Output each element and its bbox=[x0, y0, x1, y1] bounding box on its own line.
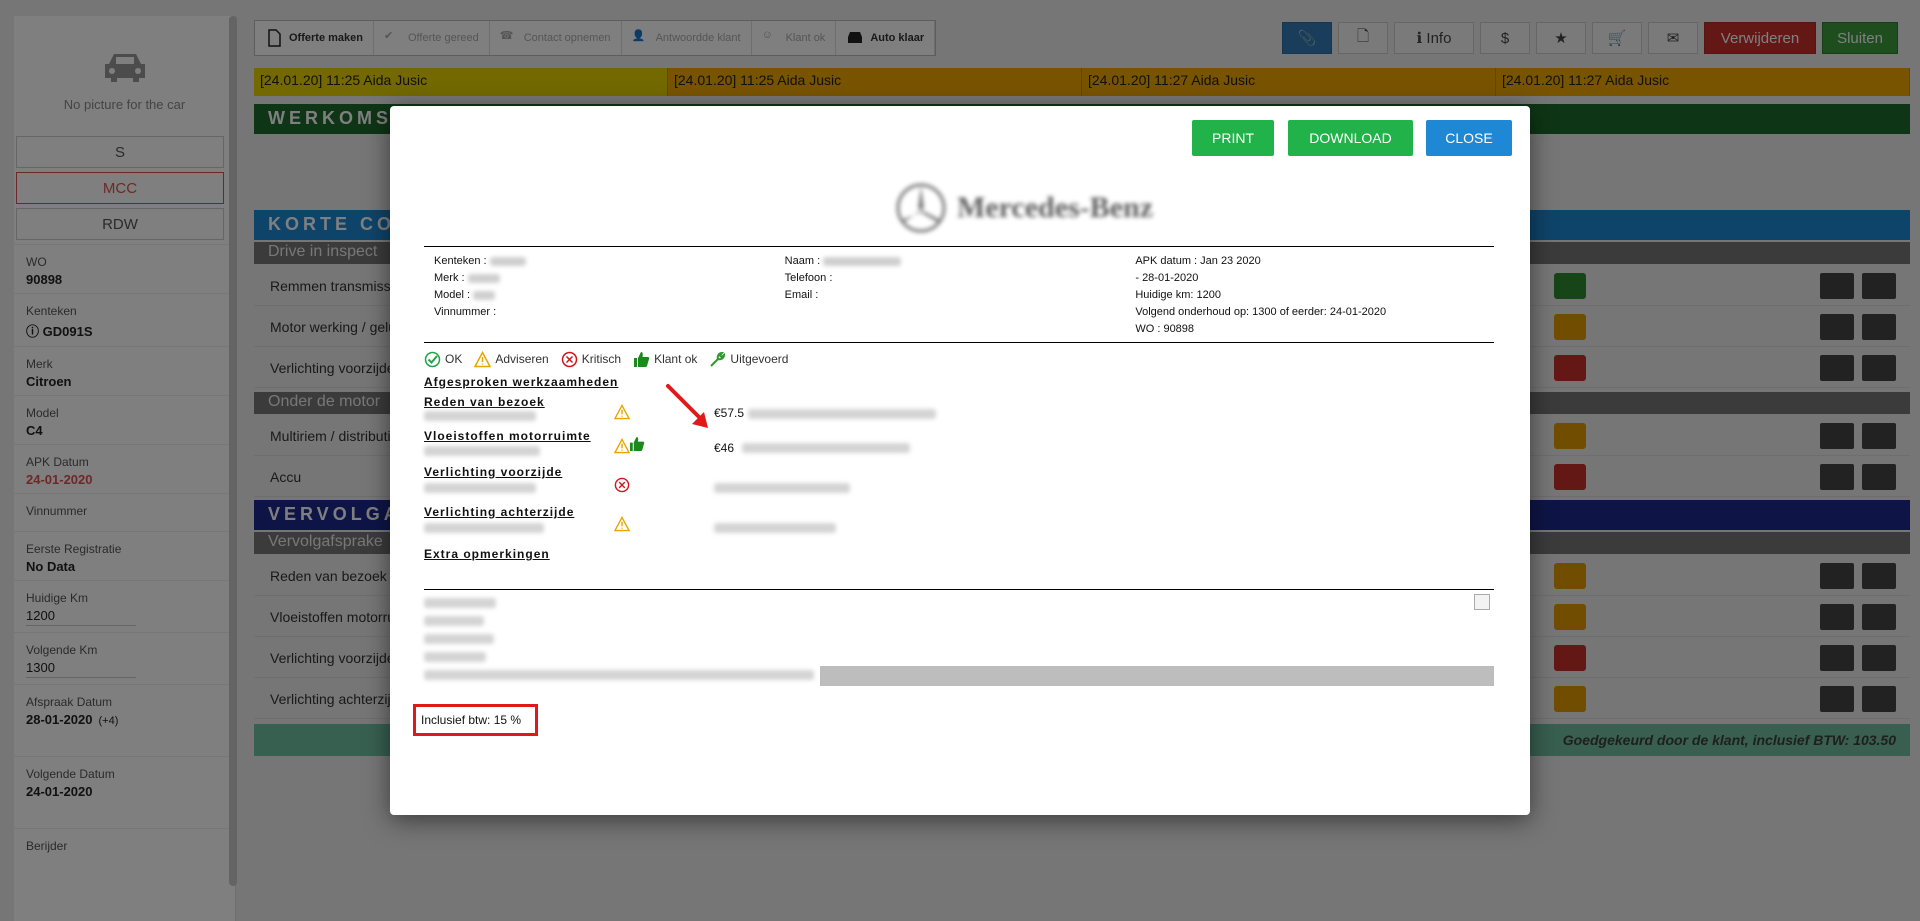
extra-opmerkingen-heading: Extra opmerkingen bbox=[424, 547, 550, 561]
redacted-text bbox=[424, 598, 496, 608]
broken-image-icon bbox=[1474, 594, 1490, 610]
redacted-text bbox=[424, 634, 494, 644]
legend-klant-ok: Klant ok bbox=[633, 351, 697, 368]
redacted-text bbox=[424, 446, 540, 456]
print-button[interactable]: PRINT bbox=[1192, 120, 1274, 156]
status-legend: OK Adviseren Kritisch Klant ok Uitgevoer… bbox=[424, 349, 1494, 369]
date-line: - 28-01-2020 bbox=[1135, 272, 1199, 284]
kenteken-line: Kenteken : bbox=[434, 253, 785, 270]
vinnummer-line: Vinnummer : bbox=[434, 306, 497, 318]
redacted-text bbox=[424, 670, 814, 680]
naam-label: Naam : bbox=[784, 255, 821, 267]
red-arrow-annotation-icon bbox=[666, 384, 708, 428]
reden-heading: Reden van bezoek bbox=[424, 395, 545, 409]
achterzijde-heading: Verlichting achterzijde bbox=[424, 505, 575, 519]
redacted-text bbox=[714, 523, 836, 533]
redacted-text bbox=[424, 523, 544, 533]
thumbs-up-icon bbox=[634, 351, 650, 367]
close-button[interactable]: CLOSE bbox=[1426, 120, 1512, 156]
afgesproken-heading: Afgesproken werkzaamheden bbox=[424, 375, 619, 389]
footer-band bbox=[820, 666, 1494, 686]
redacted-text bbox=[424, 411, 536, 421]
warning-icon bbox=[614, 404, 630, 420]
modal-header: PRINT DOWNLOAD CLOSE bbox=[390, 106, 1530, 170]
legend-label: Adviseren bbox=[495, 352, 549, 366]
price-vloeistoffen: €46 bbox=[714, 441, 735, 455]
model-line: Model : bbox=[434, 287, 785, 304]
legend-label: Klant ok bbox=[654, 352, 698, 366]
merk-line: Merk : bbox=[434, 270, 785, 287]
x-circle-icon bbox=[614, 477, 630, 493]
legend-label: OK bbox=[445, 352, 463, 366]
redacted-text bbox=[424, 616, 484, 626]
work-items: Afgesproken werkzaamheden Reden van bezo… bbox=[424, 373, 1494, 583]
logo-text: Mercedes-Benz bbox=[956, 191, 1154, 224]
warning-icon bbox=[614, 438, 630, 454]
redacted-text bbox=[714, 483, 850, 493]
model-label: Model : bbox=[434, 289, 471, 301]
vehicle-info-block: Kenteken : Merk : Model : Vinnummer : Na… bbox=[424, 246, 1494, 343]
telefoon-line: Telefoon : bbox=[784, 272, 833, 284]
legend-adviseren: Adviseren bbox=[474, 350, 549, 368]
redacted-text bbox=[748, 409, 936, 419]
price-reden: €57.5 bbox=[714, 406, 745, 420]
check-circle-icon bbox=[424, 351, 441, 367]
thumbs-up-icon bbox=[629, 436, 645, 452]
kenteken-label: Kenteken : bbox=[434, 255, 487, 267]
redacted-text bbox=[424, 483, 536, 493]
print-preview-modal: PRINT DOWNLOAD CLOSE Mercedes-Benz Kente… bbox=[390, 106, 1530, 815]
work-order-document: Mercedes-Benz Kenteken : Merk : Model : … bbox=[424, 170, 1494, 686]
x-circle-icon bbox=[561, 351, 577, 367]
wrench-icon bbox=[710, 351, 726, 367]
legend-ok: OK bbox=[424, 351, 462, 368]
redacted-text bbox=[424, 652, 486, 662]
email-line: Email : bbox=[784, 289, 819, 301]
onderhoud-line: Volgend onderhoud op: 1300 of eerder: 24… bbox=[1135, 306, 1387, 318]
info-column-service: APK datum : Jan 23 2020 - 28-01-2020 Hui… bbox=[1135, 253, 1494, 338]
legend-label: Uitgevoerd bbox=[730, 352, 789, 366]
legend-kritisch: Kritisch bbox=[561, 351, 621, 368]
mercedes-star-icon bbox=[896, 183, 946, 233]
btw-note: Inclusief btw: 15 % bbox=[413, 704, 538, 736]
warning-icon bbox=[474, 350, 492, 367]
garage-address-footer bbox=[424, 589, 1494, 686]
warning-icon bbox=[614, 516, 630, 532]
info-column-customer: Naam : Telefoon : Email : bbox=[785, 253, 1136, 338]
brand-logo: Mercedes-Benz bbox=[554, 170, 1494, 246]
legend-uitgevoerd: Uitgevoerd bbox=[709, 351, 788, 368]
merk-label: Merk : bbox=[434, 272, 465, 284]
apk-line: APK datum : Jan 23 2020 bbox=[1135, 255, 1261, 267]
voorzijde-heading: Verlichting voorzijde bbox=[424, 465, 563, 479]
naam-line: Naam : bbox=[785, 253, 1136, 270]
km-line: Huidige km: 1200 bbox=[1135, 289, 1221, 301]
legend-label: Kritisch bbox=[581, 352, 622, 366]
wo-line: WO : 90898 bbox=[1135, 323, 1195, 335]
download-button[interactable]: DOWNLOAD bbox=[1288, 120, 1413, 156]
redacted-text bbox=[742, 443, 910, 453]
vloeistoffen-heading: Vloeistoffen motorruimte bbox=[424, 429, 591, 443]
info-column-vehicle: Kenteken : Merk : Model : Vinnummer : bbox=[434, 253, 785, 338]
